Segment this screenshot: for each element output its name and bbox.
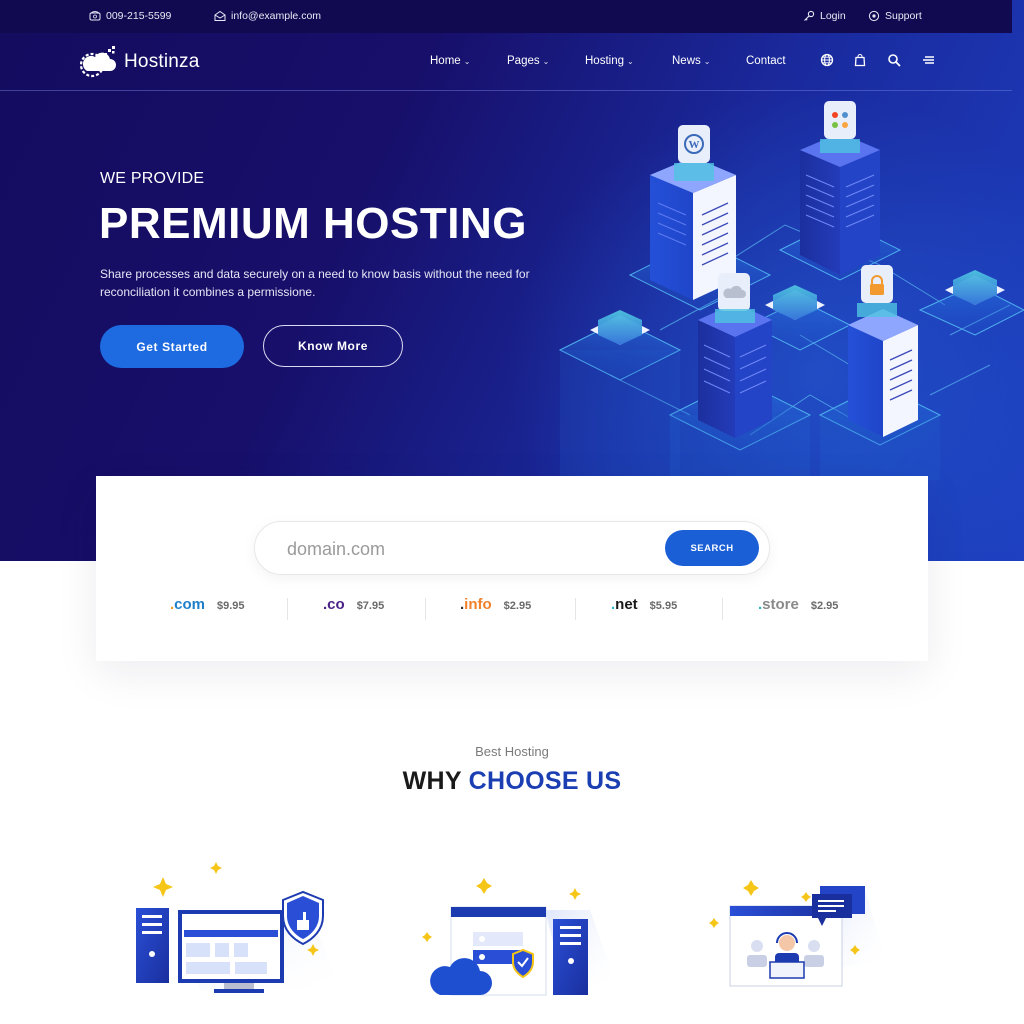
top-bar: 009-215-5599 info@example.com Login Supp… bbox=[0, 0, 1012, 33]
shopping-bag-icon[interactable] bbox=[853, 53, 867, 67]
nav-item-hosting[interactable]: Hosting ⌄ bbox=[585, 55, 634, 67]
nav-label: Hosting bbox=[585, 55, 624, 67]
tld-item-net[interactable]: .net $5.95 bbox=[611, 596, 677, 613]
domain-search-button[interactable]: SEARCH bbox=[665, 530, 759, 566]
domain-search-bar: SEARCH bbox=[254, 521, 770, 575]
chevron-down-icon: ⌄ bbox=[542, 56, 550, 66]
domain-search-input[interactable] bbox=[287, 537, 647, 561]
globe-icon[interactable] bbox=[820, 53, 834, 67]
main-navbar: Hostinza Home ⌄ Pages ⌄ Hosting ⌄ News ⌄… bbox=[0, 33, 1012, 91]
server-network-illustration: W bbox=[558, 101, 1024, 480]
login-link[interactable]: Login bbox=[803, 10, 846, 22]
search-icon[interactable] bbox=[887, 53, 901, 67]
support-icon bbox=[868, 10, 880, 22]
chevron-down-icon: ⌄ bbox=[463, 56, 471, 66]
tld-item-com[interactable]: .com $9.95 bbox=[170, 596, 245, 613]
tld-price: $5.95 bbox=[649, 600, 678, 612]
phone-number: 009-215-5599 bbox=[106, 10, 172, 22]
support-link[interactable]: Support bbox=[868, 10, 922, 22]
brand-logo[interactable]: Hostinza bbox=[78, 46, 200, 78]
tld-price: $2.95 bbox=[503, 600, 532, 612]
base-plates bbox=[558, 219, 1024, 480]
hero-headline: PREMIUM HOSTING bbox=[99, 199, 527, 248]
server-tower-joomla bbox=[800, 101, 880, 275]
divider bbox=[287, 598, 288, 620]
tld-price: $9.95 bbox=[217, 600, 245, 612]
nav-item-news[interactable]: News ⌄ bbox=[672, 55, 710, 67]
tld-item-store[interactable]: .store $2.95 bbox=[758, 596, 838, 613]
support-team-icon bbox=[709, 880, 885, 987]
page: 009-215-5599 info@example.com Login Supp… bbox=[0, 0, 1024, 1024]
brand-name: Hostinza bbox=[124, 51, 200, 72]
divider bbox=[425, 598, 426, 620]
hero-kicker: WE PROVIDE bbox=[100, 170, 205, 187]
support-label: Support bbox=[885, 10, 922, 22]
tld-price-list: .com $9.95 .co $7.95 .info $2.95 .net $5… bbox=[96, 596, 928, 620]
server-tower-lock bbox=[848, 265, 918, 437]
tld-item-info[interactable]: .info $2.95 bbox=[460, 596, 531, 613]
key-icon bbox=[804, 10, 815, 21]
nav-item-pages[interactable]: Pages ⌄ bbox=[507, 55, 549, 67]
section-title-plain: WHY bbox=[402, 767, 462, 795]
tld-item-co[interactable]: .co $7.95 bbox=[323, 596, 384, 613]
svg-text:W: W bbox=[689, 139, 700, 151]
tld-name: com bbox=[174, 596, 206, 613]
cloud-server-icon bbox=[422, 878, 615, 996]
secure-computer-icon bbox=[136, 862, 340, 993]
section-title: WHY CHOOSE US bbox=[0, 767, 1024, 796]
email-contact[interactable]: info@example.com bbox=[214, 10, 321, 22]
domain-search-card: SEARCH .com $9.95 .co $7.95 .info $2.95 … bbox=[96, 476, 928, 661]
know-more-button[interactable]: Know More bbox=[263, 325, 403, 367]
envelope-icon bbox=[214, 10, 226, 21]
email-address: info@example.com bbox=[231, 10, 322, 22]
cloud-logo-icon bbox=[79, 46, 116, 78]
nav-label: Contact bbox=[746, 55, 786, 67]
nav-label: News bbox=[672, 55, 701, 67]
tld-price: $7.95 bbox=[356, 600, 385, 612]
menu-icon[interactable] bbox=[921, 53, 935, 67]
hero-description: Share processes and data securely on a n… bbox=[100, 267, 530, 299]
tld-name: store bbox=[762, 596, 799, 613]
joomla-icon bbox=[824, 101, 856, 139]
login-label: Login bbox=[820, 10, 846, 22]
chevron-down-icon: ⌄ bbox=[627, 56, 634, 66]
divider bbox=[575, 598, 576, 620]
phone-icon bbox=[89, 11, 101, 21]
section-title-accent: CHOOSE US bbox=[468, 767, 622, 795]
tld-name: info bbox=[464, 596, 492, 613]
section-kicker: Best Hosting bbox=[475, 744, 549, 759]
nav-item-home[interactable]: Home ⌄ bbox=[430, 55, 470, 67]
nav-label: Pages bbox=[507, 55, 540, 67]
nav-item-contact[interactable]: Contact bbox=[746, 55, 786, 67]
get-started-button[interactable]: Get Started bbox=[100, 325, 244, 368]
chevron-down-icon: ⌄ bbox=[703, 56, 711, 66]
nav-label: Home bbox=[430, 55, 461, 67]
tld-price: $2.95 bbox=[810, 600, 839, 612]
tld-name: co bbox=[327, 596, 345, 613]
tld-name: net bbox=[615, 596, 638, 613]
divider bbox=[722, 598, 723, 620]
phone-contact[interactable]: 009-215-5599 bbox=[89, 10, 171, 22]
